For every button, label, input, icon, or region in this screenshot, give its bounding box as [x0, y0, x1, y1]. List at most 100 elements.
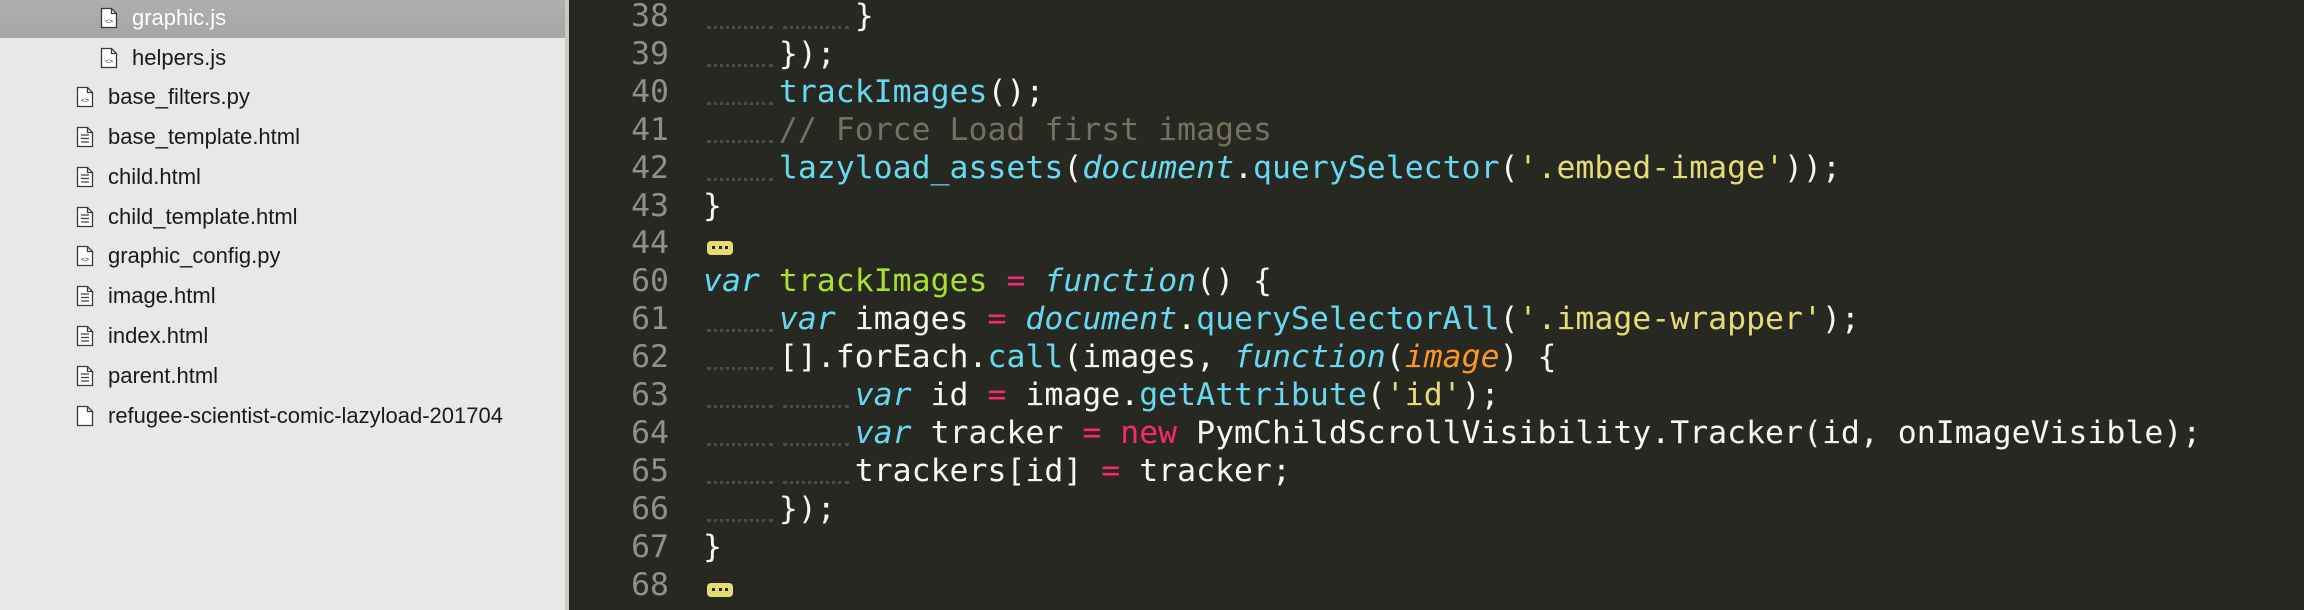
- code-token: (images,: [1063, 339, 1235, 376]
- html-file-icon: [76, 126, 94, 148]
- code-token: call: [987, 339, 1064, 376]
- code-token: lazyload_assets: [778, 149, 1064, 186]
- file-item[interactable]: <> graphic_config.py: [0, 236, 565, 276]
- code-content: });: [703, 490, 836, 528]
- file-item[interactable]: <> base_filters.py: [0, 77, 565, 117]
- code-file-icon: <>: [76, 86, 94, 108]
- code-token: ();: [987, 73, 1045, 110]
- code-token: function: [1044, 263, 1197, 300]
- code-line[interactable]: 65 trackers[id] = tracker;: [569, 452, 2304, 490]
- file-item[interactable]: index.html: [0, 316, 565, 356]
- line-number: 67: [631, 528, 669, 565]
- file-item[interactable]: refugee-scientist-comic-lazyload-201704: [0, 396, 565, 436]
- code-line[interactable]: 62 [].forEach.call(images, function(image…: [569, 338, 2304, 376]
- line-number: 60: [631, 263, 669, 300]
- file-name: index.html: [108, 323, 209, 348]
- code-line[interactable]: 63 var id = image.getAttribute('id');: [569, 376, 2304, 414]
- line-number: 38: [631, 0, 669, 34]
- file-name: base_template.html: [108, 124, 300, 149]
- file-item[interactable]: child.html: [0, 157, 565, 197]
- code-token: '.image-wrapper': [1518, 301, 1822, 338]
- code-content: [703, 566, 733, 604]
- file-item-selected[interactable]: <> graphic.js: [0, 0, 565, 38]
- folded-code-marker[interactable]: [707, 582, 733, 597]
- line-number: 44: [631, 225, 669, 262]
- code-content: [].forEach.call(images, function(image) …: [703, 338, 1556, 376]
- file-item[interactable]: parent.html: [0, 356, 565, 396]
- code-content: var trackImages = function() {: [703, 262, 1272, 300]
- code-line[interactable]: 42 lazyload_assets(document.querySelector…: [569, 149, 2304, 187]
- code-line[interactable]: 44: [569, 224, 2304, 262]
- code-line[interactable]: 43}: [569, 187, 2304, 225]
- file-tree-sidebar: <> graphic.js <> helpers.js <> base_filters.p…: [0, 0, 569, 610]
- code-file-icon: <>: [76, 245, 94, 267]
- code-content: [703, 224, 733, 262]
- code-line[interactable]: 41 // Force Load first images: [569, 111, 2304, 149]
- code-token: .: [1177, 301, 1197, 338]
- code-token: (: [1499, 301, 1519, 338]
- file-item[interactable]: child_template.html: [0, 197, 565, 237]
- folded-code-marker[interactable]: [707, 241, 733, 256]
- file-item[interactable]: image.html: [0, 276, 565, 316]
- html-file-icon: [76, 166, 94, 188]
- code-file-icon: <>: [100, 7, 118, 29]
- code-editor[interactable]: 38} 39}); 40 trackImages(); 41// Force Load …: [569, 0, 2304, 610]
- line-number: 63: [631, 377, 669, 413]
- code-token: );: [1821, 301, 1860, 338]
- file-item[interactable]: <> helpers.js: [0, 38, 565, 78]
- code-line[interactable]: 40 trackImages();: [569, 73, 2304, 111]
- html-file-icon: [76, 285, 94, 307]
- code-line[interactable]: 67}: [569, 528, 2304, 566]
- code-token: id: [911, 377, 988, 413]
- file-item[interactable]: base_template.html: [0, 117, 565, 157]
- file-name: child_template.html: [108, 204, 298, 229]
- code-token: tracker: [911, 414, 1083, 451]
- code-token: document: [1082, 149, 1235, 186]
- code-line[interactable]: 38}: [569, 0, 2304, 35]
- code-token: new: [1120, 414, 1178, 451]
- editor-window: <> graphic.js <> helpers.js <> base_filters.p…: [0, 0, 2304, 610]
- file-name: graphic_config.py: [108, 243, 281, 268]
- code-token: document: [1025, 301, 1178, 338]
- code-token: =: [987, 377, 1007, 413]
- code-token: [].forEach.: [778, 339, 988, 376]
- code-token: images: [835, 301, 988, 338]
- file-name: helpers.js: [132, 45, 227, 70]
- code-token: trackImages: [778, 73, 988, 110]
- code-token: image.: [1006, 377, 1140, 413]
- svg-text:<>: <>: [81, 256, 89, 264]
- html-file-icon: [76, 365, 94, 387]
- code-token: =: [1101, 452, 1121, 489]
- code-token: '.embed-image': [1518, 149, 1785, 186]
- code-line[interactable]: 68: [569, 566, 2304, 604]
- svg-text:<>: <>: [105, 18, 113, 26]
- code-content: }: [703, 528, 722, 566]
- code-token: }: [703, 187, 722, 224]
- code-token: function: [1234, 339, 1386, 376]
- code-token: });: [778, 490, 836, 527]
- code-line[interactable]: 39});: [569, 35, 2304, 73]
- line-number: 42: [631, 149, 669, 186]
- code-token: // Force Load first images: [778, 111, 1272, 148]
- code-content: });: [703, 35, 836, 73]
- code-token: querySelector: [1253, 149, 1500, 186]
- code-token: =: [987, 301, 1007, 338]
- code-content: }: [703, 187, 722, 225]
- line-number: 39: [631, 35, 669, 72]
- line-number: 64: [631, 414, 669, 451]
- code-line[interactable]: 61 var images = document.querySelectorAll…: [569, 300, 2304, 338]
- code-line[interactable]: 66});: [569, 490, 2304, 528]
- code-line[interactable]: 60 var trackImages = function() {: [569, 262, 2304, 300]
- code-token: 'id': [1385, 377, 1462, 413]
- line-number: 66: [631, 490, 669, 527]
- code-line[interactable]: 64 var tracker = new PymChildScrollVisibi…: [569, 414, 2304, 452]
- line-number: 62: [631, 339, 669, 376]
- html-file-icon: [76, 206, 94, 228]
- file-name: refugee-scientist-comic-lazyload-201704: [108, 403, 503, 428]
- line-number: 43: [631, 187, 669, 224]
- code-token: var: [854, 414, 912, 451]
